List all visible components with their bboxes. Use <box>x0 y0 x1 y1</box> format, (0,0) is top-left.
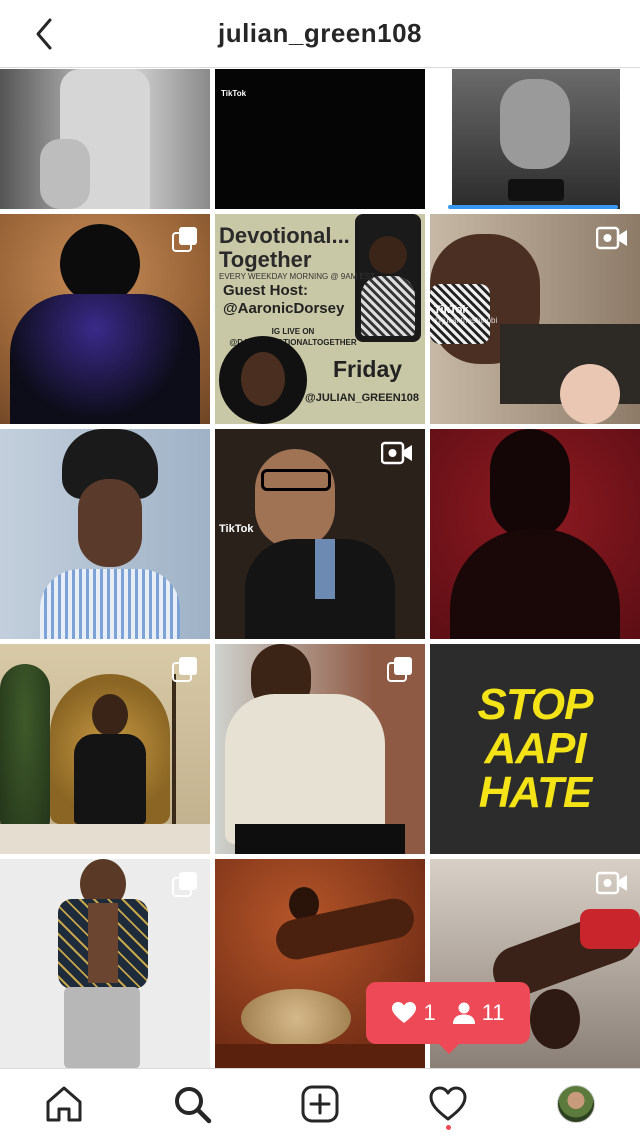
bottom-tab-bar <box>0 1068 640 1138</box>
activity-notification[interactable]: 1 11 <box>366 982 530 1054</box>
poster-day: Friday <box>333 356 403 382</box>
back-button[interactable] <box>28 16 60 52</box>
person-icon <box>452 1002 475 1024</box>
poster-host: Guest Host: @AaronicDorsey <box>223 282 345 317</box>
poster-title: Devotional... Together <box>219 223 350 272</box>
avatar <box>557 1084 595 1123</box>
home-icon <box>46 1086 82 1121</box>
tiktok-watermark: TikTok <box>221 89 247 98</box>
poster-handle: @JULIAN_GREEN108 <box>305 392 420 404</box>
grid-post[interactable]: TikTok <box>215 429 425 639</box>
carousel-icon <box>387 657 412 682</box>
igtv-icon <box>381 441 412 465</box>
grid-post[interactable]: STOP AAPI HATE <box>430 644 640 854</box>
heart-filled-icon <box>392 1002 417 1023</box>
stop-aapi-hate-poster: STOP AAPI HATE <box>477 680 593 817</box>
tab-search[interactable] <box>162 1074 222 1134</box>
tiktok-watermark: TikTok @juliantheshinobi <box>434 304 498 325</box>
grid-post[interactable] <box>215 644 425 854</box>
grid-post[interactable]: TikTok @juliantheshinobi <box>430 214 640 424</box>
grid-post[interactable] <box>0 214 210 424</box>
grid-post[interactable] <box>430 69 640 209</box>
tiktok-watermark: TikTok <box>219 523 254 535</box>
post-grid: TikTok Devotional... Together EVERY WEEK… <box>0 69 640 1069</box>
heart-icon <box>429 1086 467 1120</box>
igtv-icon <box>596 226 627 250</box>
grid-post[interactable] <box>0 859 210 1069</box>
carousel-icon <box>172 657 197 682</box>
chevron-left-icon <box>36 18 52 50</box>
likes-count: 1 <box>391 1000 436 1026</box>
poster-schedule: EVERY WEEKDAY MORNING @ 9AM EST <box>219 272 376 281</box>
follows-count: 11 <box>452 1000 505 1026</box>
add-post-icon <box>301 1085 339 1122</box>
grid-post[interactable] <box>0 69 210 209</box>
activity-indicator-dot <box>446 1124 451 1130</box>
tab-activity[interactable] <box>418 1074 478 1134</box>
tab-profile[interactable] <box>546 1074 606 1134</box>
carousel-icon <box>172 227 197 252</box>
igtv-icon <box>596 871 627 895</box>
grid-post[interactable] <box>0 644 210 854</box>
carousel-icon <box>172 872 197 897</box>
grid-post[interactable] <box>430 429 640 639</box>
tab-home[interactable] <box>34 1074 94 1134</box>
search-icon <box>175 1086 212 1123</box>
grid-post[interactable]: TikTok <box>215 69 425 209</box>
top-bar: julian_green108 <box>0 0 640 68</box>
tab-create[interactable] <box>290 1074 350 1134</box>
grid-post[interactable] <box>0 429 210 639</box>
grid-post[interactable]: Devotional... Together EVERY WEEKDAY MOR… <box>215 214 425 424</box>
profile-username: julian_green108 <box>217 18 423 48</box>
